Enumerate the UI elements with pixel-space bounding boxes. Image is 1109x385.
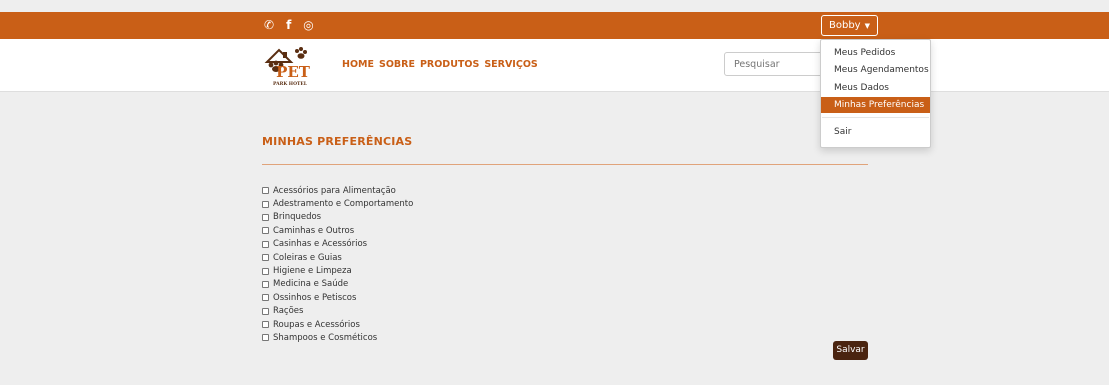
nav-home[interactable]: HOME — [342, 59, 374, 70]
preference-label: Rações — [273, 306, 304, 317]
preference-label: Higiene e Limpeza — [273, 266, 352, 277]
instagram-icon[interactable]: ◎ — [303, 18, 313, 32]
menu-divider — [822, 117, 929, 118]
checkbox[interactable] — [262, 307, 269, 315]
checkbox[interactable] — [262, 240, 269, 248]
preference-label: Brinquedos — [273, 212, 322, 223]
user-name: Bobby — [829, 20, 861, 31]
logo-subtext: PARK HOTEL — [273, 81, 308, 87]
top-bar: ✆ f ◎ Bobby ▼ — [0, 12, 1109, 39]
title-divider — [262, 164, 868, 165]
checkbox[interactable] — [262, 321, 269, 329]
logo-text: PET — [276, 63, 311, 81]
preference-label: Coleiras e Guias — [273, 252, 342, 263]
social-links: ✆ f ◎ — [264, 18, 314, 32]
checkbox[interactable] — [262, 200, 269, 208]
preference-item[interactable]: Rações — [262, 305, 413, 318]
preference-item[interactable]: Brinquedos — [262, 211, 413, 224]
checkbox[interactable] — [262, 267, 269, 275]
checkbox[interactable] — [262, 213, 269, 221]
checkbox[interactable] — [262, 187, 269, 195]
preference-item[interactable]: Medicina e Saúde — [262, 278, 413, 291]
save-button[interactable]: Salvar — [833, 341, 868, 360]
preference-label: Medicina e Saúde — [273, 279, 349, 290]
preference-item[interactable]: Casinhas e Acessórios — [262, 238, 413, 251]
preference-item[interactable]: Ossinhos e Petiscos — [262, 291, 413, 304]
preference-item[interactable]: Adestramento e Comportamento — [262, 197, 413, 210]
preference-item[interactable]: Shampoos e Cosméticos — [262, 331, 413, 344]
whatsapp-icon[interactable]: ✆ — [264, 18, 274, 32]
preference-label: Adestramento e Comportamento — [273, 199, 414, 210]
user-menu-button[interactable]: Bobby ▼ — [821, 15, 878, 36]
menu-item-sair[interactable]: Sair — [821, 124, 930, 140]
preferences-list: Acessórios para Alimentação Adestramento… — [262, 184, 413, 345]
preference-label: Casinhas e Acessórios — [273, 239, 368, 250]
pet-park-hotel-logo[interactable]: PET PARK HOTEL — [263, 45, 317, 87]
page-title: MINHAS PREFERÊNCIAS — [262, 135, 413, 148]
checkbox[interactable] — [262, 294, 269, 302]
nav-produtos[interactable]: PRODUTOS — [420, 59, 479, 70]
preference-label: Ossinhos e Petiscos — [273, 292, 357, 303]
facebook-icon[interactable]: f — [286, 18, 291, 32]
preference-label: Shampoos e Cosméticos — [273, 332, 378, 343]
nav-links: HOME SOBRE PRODUTOS SERVIÇOS — [342, 59, 538, 70]
menu-item-minhas-preferencias[interactable]: Minhas Preferências — [821, 97, 930, 113]
search-input[interactable] — [724, 52, 824, 76]
preference-item[interactable]: Coleiras e Guias — [262, 251, 413, 264]
caret-down-icon: ▼ — [864, 22, 870, 30]
menu-item-meus-agendamentos[interactable]: Meus Agendamentos — [821, 62, 930, 78]
checkbox[interactable] — [262, 334, 269, 342]
menu-item-meus-dados[interactable]: Meus Dados — [821, 80, 930, 96]
main-navbar: PET PARK HOTEL HOME SOBRE PRODUTOS SERVI… — [0, 39, 1109, 92]
checkbox[interactable] — [262, 227, 269, 235]
menu-item-meus-pedidos[interactable]: Meus Pedidos — [821, 45, 930, 61]
preference-label: Acessórios para Alimentação — [273, 185, 396, 196]
nav-sobre[interactable]: SOBRE — [379, 59, 415, 70]
preference-item[interactable]: Caminhas e Outros — [262, 224, 413, 237]
preference-item[interactable]: Roupas e Acessórios — [262, 318, 413, 331]
preference-label: Caminhas e Outros — [273, 225, 355, 236]
preference-label: Roupas e Acessórios — [273, 319, 360, 330]
nav-servicos[interactable]: SERVIÇOS — [484, 59, 537, 70]
checkbox[interactable] — [262, 254, 269, 262]
user-dropdown-menu: Meus Pedidos Meus Agendamentos Meus Dado… — [820, 39, 931, 148]
preference-item[interactable]: Acessórios para Alimentação — [262, 184, 413, 197]
preference-item[interactable]: Higiene e Limpeza — [262, 264, 413, 277]
checkbox[interactable] — [262, 280, 269, 288]
